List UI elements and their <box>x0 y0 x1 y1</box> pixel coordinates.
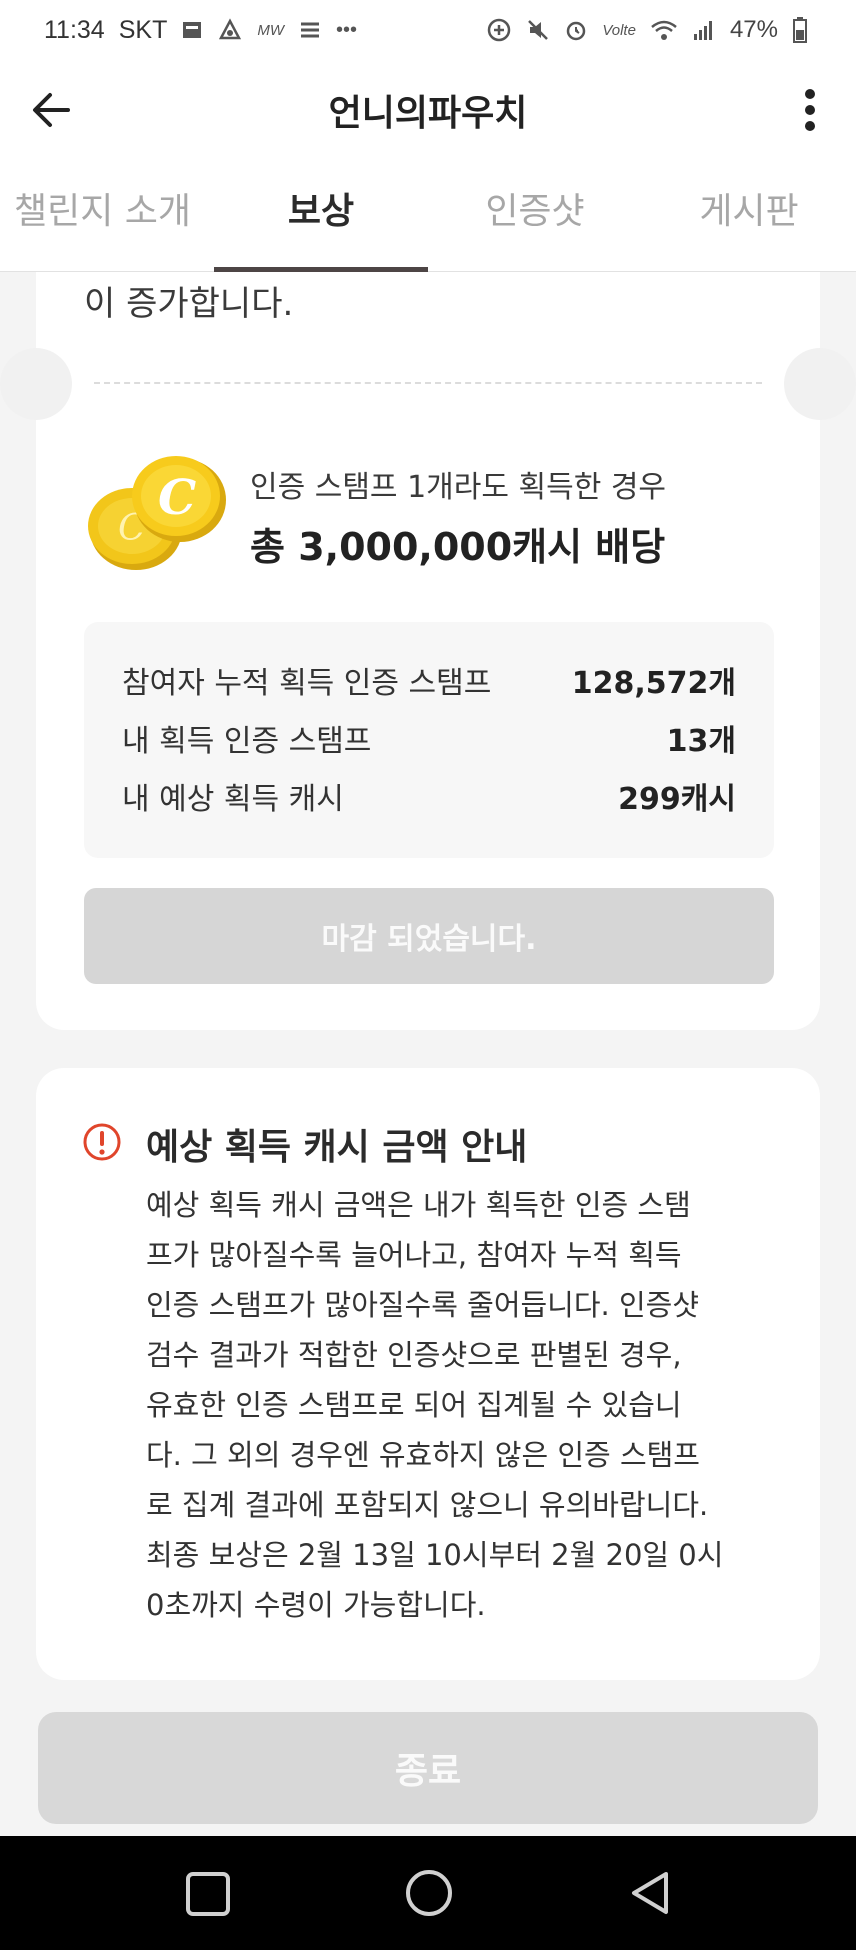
alert-circle-icon <box>83 1123 121 1161</box>
notice-line: 로 집계 결과에 포함되지 않으니 유의바랍니다. <box>146 1488 709 1522</box>
battery-icon <box>793 17 807 43</box>
notice-line: 예상 획득 캐시 금액은 내가 획득한 인증 스탬 <box>146 1188 691 1222</box>
status-left: 11:34 SKT MW ••• <box>44 16 357 45</box>
reward-card: 이 증가합니다. C C 인증 스탬프 1개라도 획득한 경우 총 3,000,… <box>0 272 856 1030</box>
status-bar: 11:34 SKT MW ••• Volte 47% <box>0 0 856 60</box>
more-dots-icon: ••• <box>336 18 358 41</box>
volte-icon: Volte <box>602 21 636 39</box>
signal-icon <box>693 21 712 40</box>
mute-icon <box>528 20 549 40</box>
back-icon[interactable] <box>626 1868 676 1918</box>
stat-label: 참여자 누적 획득 인증 스탬프 <box>122 666 492 701</box>
alarm-icon <box>567 21 586 41</box>
closed-button[interactable]: 마감 되었습니다. <box>84 888 774 984</box>
notice-line: 0초까지 수령이 가능합니다. <box>146 1588 486 1622</box>
stat-row-my-stamps: 내 획득 인증 스탬프 13개 <box>122 718 736 759</box>
tab-challenge-intro[interactable]: 챌린지 소개 <box>0 182 214 234</box>
stat-label: 내 획득 인증 스탬프 <box>122 724 372 759</box>
sim-icon <box>183 22 202 38</box>
stat-value: 128,572개 <box>571 666 736 701</box>
notice-line: 인증 스탬프가 많아질수록 줄어듭니다. 인증샷 <box>146 1288 700 1322</box>
end-button[interactable]: 종료 <box>38 1712 818 1824</box>
stats-box: 참여자 누적 획득 인증 스탬프 128,572개 내 획득 인증 스탬프 13… <box>84 622 774 858</box>
stat-row-expected-cash: 내 예상 획득 캐시 299캐시 <box>122 776 736 817</box>
tab-photo-proof[interactable]: 인증샷 <box>428 182 642 234</box>
recent-apps-icon[interactable] <box>184 1870 232 1918</box>
tab-board[interactable]: 게시판 <box>642 182 856 234</box>
stat-row-total-stamps: 참여자 누적 획득 인증 스탬프 128,572개 <box>122 660 736 701</box>
bottom-action-area: 종료 <box>0 1700 856 1836</box>
stat-value: 13개 <box>666 724 736 759</box>
notice-line: 유효한 인증 스탬프로 되어 집계될 수 있습니 <box>146 1388 682 1422</box>
system-nav-bar <box>0 1836 856 1950</box>
stack-icon <box>301 22 319 38</box>
tab-bar: 챌린지 소개 보상 인증샷 게시판 <box>0 160 856 272</box>
reward-condition: 인증 스탬프 1개라도 획득한 경우 <box>250 470 667 505</box>
page-title: 언니의파우치 <box>328 93 528 134</box>
notice-line: 검수 결과가 적합한 인증샷으로 판별된 경우, <box>146 1338 682 1372</box>
notice-title: 예상 획득 캐시 금액 안내 <box>146 1127 528 1168</box>
notice-card: 예상 획득 캐시 금액 안내 예상 획득 캐시 금액은 내가 획득한 인증 스탬… <box>36 1068 820 1680</box>
sync-icon <box>488 18 511 42</box>
status-carrier: SKT <box>118 15 168 44</box>
alert-bell-icon <box>219 18 242 40</box>
notice-body: 예상 획득 캐시 금액은 내가 획득한 인증 스탬 프가 많아질수록 늘어나고,… <box>146 1180 786 1630</box>
status-time: 11:34 <box>44 15 105 44</box>
ticket-notch-left <box>0 348 72 420</box>
stat-label: 내 예상 획득 캐시 <box>122 782 344 817</box>
notice-line: 프가 많아질수록 늘어나고, 참여자 누적 획득 <box>146 1238 682 1272</box>
ticket-divider <box>94 382 762 384</box>
reward-total: 총 3,000,000캐시 배당 <box>250 525 666 569</box>
battery-percent: 47% <box>729 16 778 43</box>
home-icon[interactable] <box>404 1868 454 1918</box>
app-bar: 언니의파우치 <box>0 60 856 160</box>
ticket-notch-right <box>784 348 856 420</box>
notice-line: 최종 보상은 2월 13일 10시부터 2월 20일 0시 <box>146 1538 724 1572</box>
mw-icon: MW <box>257 21 284 39</box>
wifi-icon <box>651 20 677 40</box>
coin-icon: C C <box>88 456 226 570</box>
stat-value: 299캐시 <box>618 782 736 817</box>
svg-text:C: C <box>158 470 196 526</box>
tab-reward[interactable]: 보상 <box>214 182 428 234</box>
more-vertical-icon[interactable] <box>804 88 816 132</box>
reward-card-top-text: 이 증가합니다. <box>84 284 294 324</box>
notice-line: 다. 그 외의 경우엔 유효하지 않은 인증 스탬프 <box>146 1438 700 1472</box>
status-right: Volte 47% <box>486 16 808 44</box>
